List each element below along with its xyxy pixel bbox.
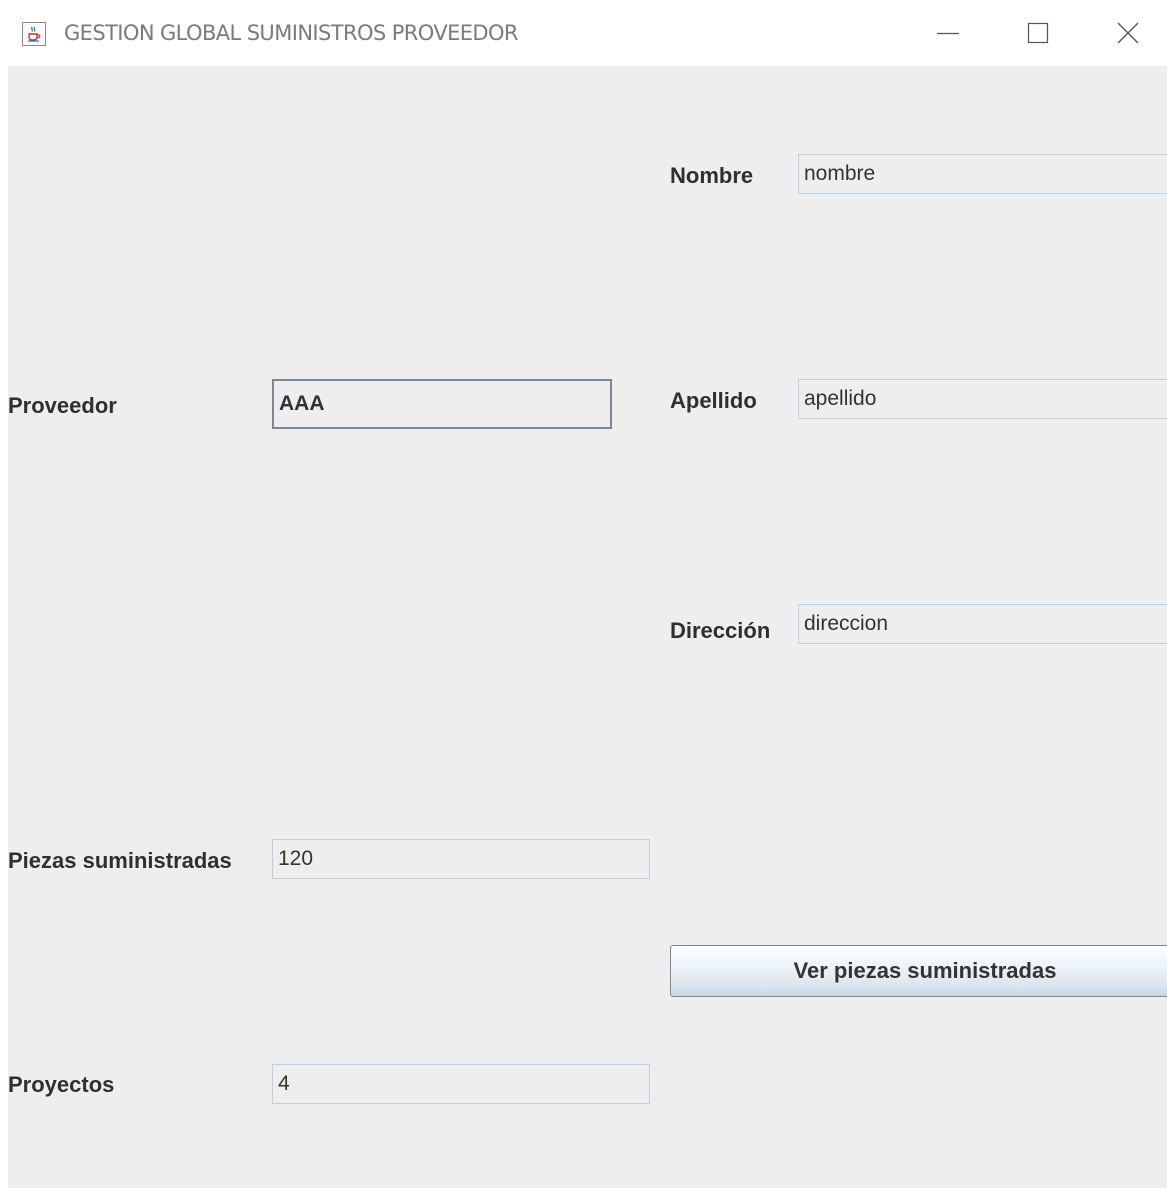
proveedor-label: Proveedor xyxy=(8,393,117,418)
direccion-field[interactable] xyxy=(798,604,1167,644)
piezas-label: Piezas suministradas xyxy=(8,848,232,873)
piezas-field[interactable] xyxy=(272,839,650,879)
minimize-icon xyxy=(937,32,959,35)
ver-piezas-button[interactable]: Ver piezas suministradas xyxy=(670,945,1167,997)
nombre-field[interactable] xyxy=(798,154,1167,194)
minimize-button[interactable] xyxy=(918,8,978,58)
proyectos-field[interactable] xyxy=(272,1064,650,1104)
apellido-label: Apellido xyxy=(670,388,757,413)
maximize-icon xyxy=(1027,22,1049,44)
java-cup-icon xyxy=(22,22,46,46)
close-button[interactable] xyxy=(1098,8,1158,58)
app-window: GESTION GLOBAL SUMINISTROS PROVEEDOR Pro… xyxy=(0,0,1167,1188)
title-bar[interactable]: GESTION GLOBAL SUMINISTROS PROVEEDOR xyxy=(0,0,1167,66)
window-title: GESTION GLOBAL SUMINISTROS PROVEEDOR xyxy=(64,21,519,45)
direccion-label: Dirección xyxy=(670,618,771,643)
maximize-button[interactable] xyxy=(1008,8,1068,58)
apellido-field[interactable] xyxy=(798,379,1167,419)
close-icon xyxy=(1117,22,1139,44)
form-panel: Proveedor Nombre Apellido Dirección Piez… xyxy=(8,66,1167,1188)
proveedor-field[interactable] xyxy=(272,379,612,429)
nombre-label: Nombre xyxy=(670,163,754,188)
proyectos-label: Proyectos xyxy=(8,1072,115,1097)
